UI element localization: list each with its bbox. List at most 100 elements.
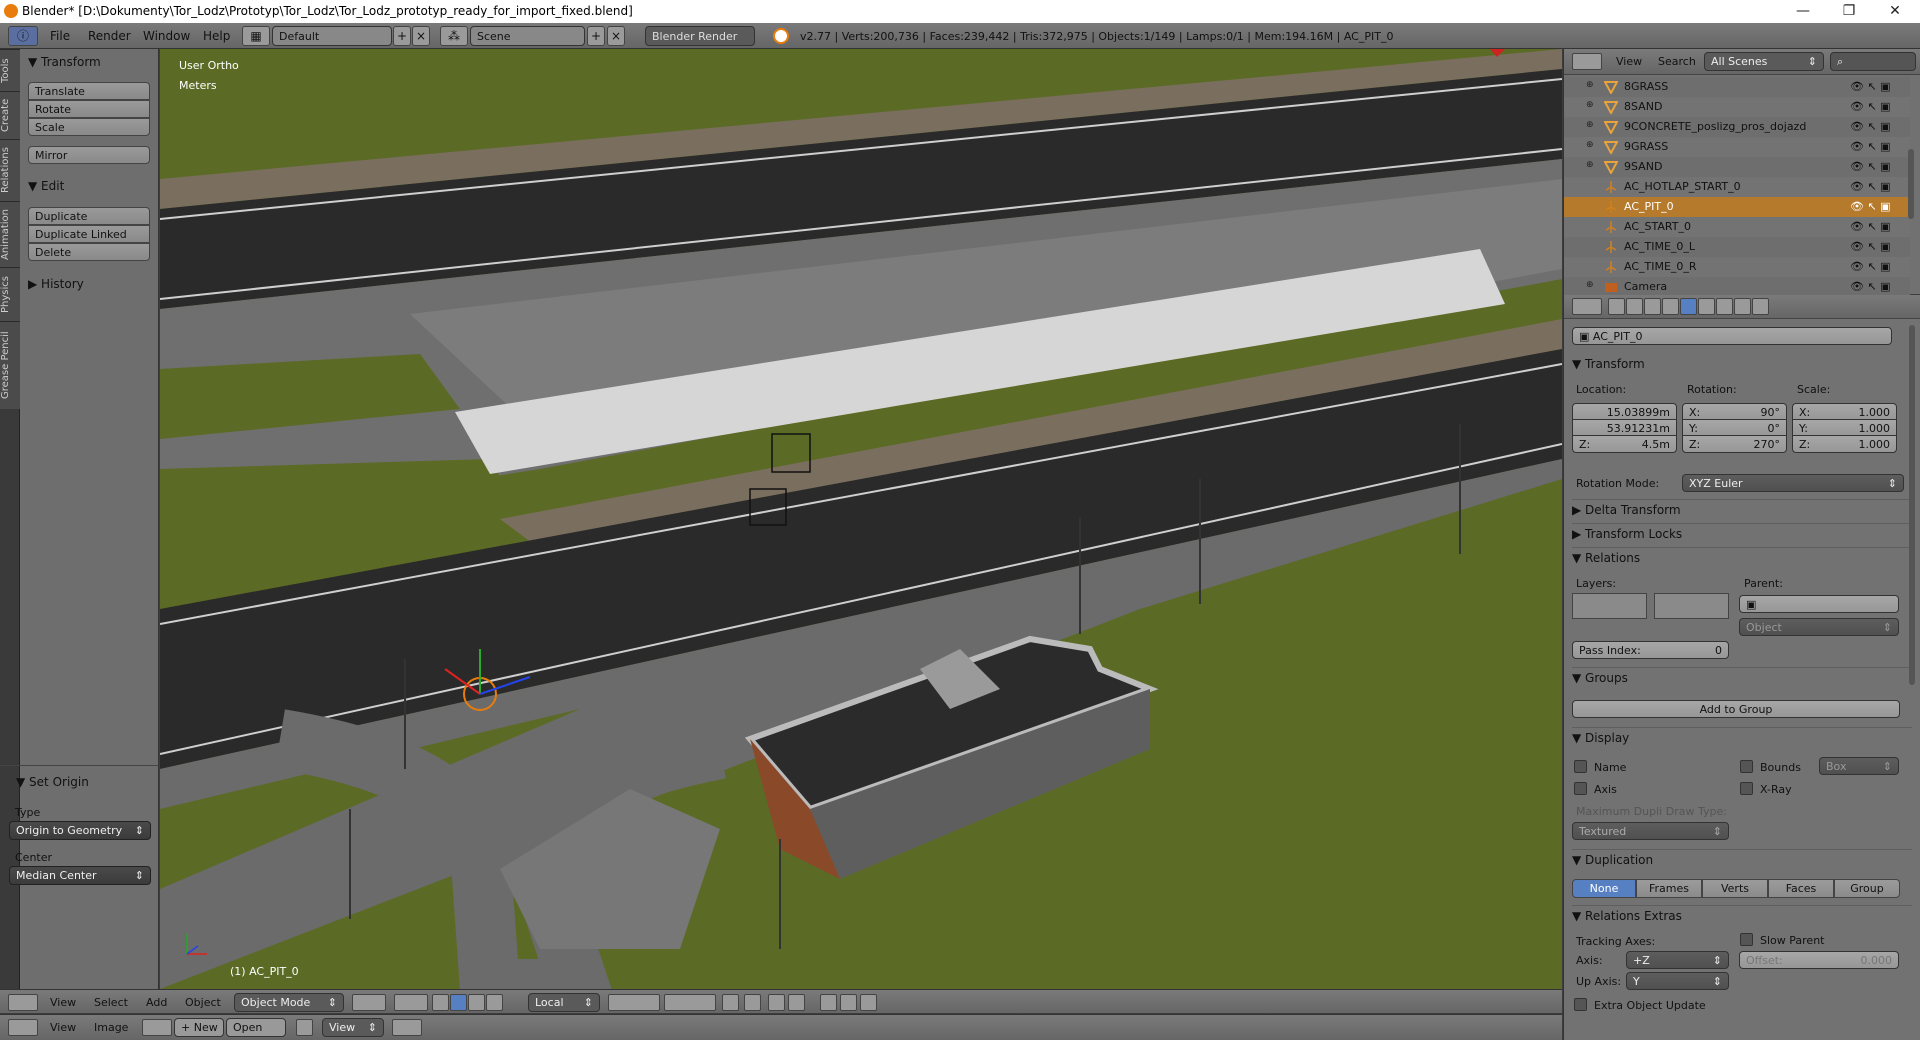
groups-header[interactable]: ▼ Groups (1572, 671, 1628, 685)
image-view-select[interactable]: View ⇕ (322, 1018, 384, 1037)
object-tab-icon[interactable] (1680, 298, 1697, 315)
opengl-render-icon[interactable] (860, 994, 877, 1011)
duplication-header[interactable]: ▼ Duplication (1572, 853, 1653, 867)
scene-select[interactable]: Scene (470, 26, 585, 46)
outliner-row[interactable]: ⊕ Camera 👁 ↖ ▣ (1564, 277, 1910, 297)
snap-toggle-icon[interactable] (768, 994, 785, 1011)
visibility-toggles[interactable]: 👁 ↖ ▣ (1850, 280, 1891, 293)
pass-index-field[interactable]: Pass Index: 0 (1572, 641, 1729, 659)
dup-group-button[interactable]: Group (1834, 879, 1900, 898)
visibility-toggles[interactable]: 👁 ↖ ▣ (1850, 160, 1891, 173)
render-tab-icon[interactable] (1608, 298, 1625, 315)
outliner-menu-search[interactable]: Search (1658, 55, 1696, 68)
expand-icon[interactable]: ⊕ (1586, 120, 1594, 130)
relations-extras-header[interactable]: ▼ Relations Extras (1572, 909, 1682, 923)
outliner-row[interactable]: AC_HOTLAP_START_0 👁 ↖ ▣ (1564, 177, 1910, 197)
manipulator-toggle[interactable] (432, 994, 449, 1011)
image-browse-icon[interactable] (142, 1019, 172, 1036)
outliner-row[interactable]: AC_START_0 👁 ↖ ▣ (1564, 217, 1910, 237)
pivot-select[interactable] (394, 994, 428, 1011)
object-name-field[interactable]: ▣ AC_PIT_0 (1572, 327, 1892, 345)
origin-type-select[interactable]: Origin to Geometry ⇕ (9, 821, 151, 840)
scene-tab-icon[interactable] (1644, 298, 1661, 315)
visibility-toggles[interactable]: 👁 ↖ ▣ (1850, 80, 1891, 93)
layers-tab-icon[interactable] (1626, 298, 1643, 315)
visibility-toggles[interactable]: 👁 ↖ ▣ (1850, 220, 1891, 233)
pivot-image-icon[interactable] (392, 1019, 422, 1036)
history-panel-header[interactable]: ▶ History (20, 273, 159, 295)
parent-type-select[interactable]: Object ⇕ (1739, 618, 1899, 636)
constraints-tab-icon[interactable] (1698, 298, 1715, 315)
layout-add-button[interactable]: + (393, 26, 411, 46)
tab-animation[interactable]: Animation (0, 201, 20, 267)
menu-add[interactable]: Add (146, 996, 167, 1009)
transform-panel-header[interactable]: ▼ Transform (20, 51, 159, 73)
edit-panel-header[interactable]: ▼ Edit (20, 175, 159, 197)
set-origin-panel-header[interactable]: ▼ Set Origin (8, 771, 147, 793)
tab-physics[interactable]: Physics (0, 267, 20, 321)
visibility-toggles[interactable]: 👁 ↖ ▣ (1850, 140, 1891, 153)
tab-tools[interactable]: Tools (0, 49, 20, 91)
menu-select[interactable]: Select (94, 996, 128, 1009)
rotate-button[interactable]: Rotate (28, 100, 150, 118)
rotate-manipulator[interactable] (468, 994, 485, 1011)
visibility-toggles[interactable]: 👁 ↖ ▣ (1850, 200, 1891, 213)
menu-image[interactable]: Image (94, 1021, 128, 1034)
visibility-toggles[interactable]: 👁 ↖ ▣ (1850, 260, 1891, 273)
render-engine-select[interactable]: Blender Render (645, 26, 755, 46)
editor-type-image-icon[interactable] (8, 1019, 38, 1036)
outliner-filter-select[interactable]: All Scenes ⇕ (1704, 52, 1824, 71)
offset-field[interactable]: Offset: 0.000 (1739, 951, 1899, 969)
expand-icon[interactable]: ⊕ (1586, 160, 1594, 170)
visibility-toggles[interactable]: 👁 ↖ ▣ (1850, 100, 1891, 113)
editor-type-info-icon[interactable]: ⓘ (8, 26, 38, 46)
scale-z-field[interactable]: Z: 1.000 (1792, 435, 1897, 453)
outliner-search-input[interactable]: ⌕ (1830, 52, 1916, 71)
menu-object[interactable]: Object (185, 996, 221, 1009)
menu-window[interactable]: Window (143, 29, 190, 43)
scale-manipulator[interactable] (486, 994, 503, 1011)
transform-locks-header[interactable]: ▶ Transform Locks (1572, 527, 1682, 541)
render-anim-icon[interactable] (840, 994, 857, 1011)
visibility-toggles[interactable]: 👁 ↖ ▣ (1850, 240, 1891, 253)
physics-tab-icon[interactable] (1752, 298, 1769, 315)
expand-icon[interactable]: ⊕ (1586, 100, 1594, 110)
layout-remove-button[interactable]: × (412, 26, 430, 46)
outliner-scrollbar[interactable] (1908, 149, 1914, 219)
minimize-button[interactable]: — (1780, 0, 1826, 23)
delete-button[interactable]: Delete (28, 243, 150, 261)
open-image-button[interactable]: Open (226, 1018, 286, 1037)
origin-center-select[interactable]: Median Center ⇕ (9, 866, 151, 885)
delta-transform-header[interactable]: ▶ Delta Transform (1572, 503, 1681, 517)
translate-manipulator[interactable] (450, 994, 467, 1011)
outliner-row[interactable]: AC_PIT_0 👁 ↖ ▣ (1564, 197, 1910, 217)
slow-parent-checkbox[interactable] (1740, 933, 1753, 946)
proportional-edit-icon[interactable] (744, 994, 761, 1011)
tab-grease-pencil[interactable]: Grease Pencil (0, 321, 20, 409)
extra-update-checkbox[interactable] (1574, 998, 1587, 1011)
texture-tab-icon[interactable] (1734, 298, 1751, 315)
editor-type-3d-icon[interactable] (8, 994, 38, 1011)
dup-none-button[interactable]: None (1572, 879, 1636, 898)
maximize-button[interactable]: ❐ (1826, 0, 1872, 23)
bounds-type-select[interactable]: Box ⇕ (1819, 757, 1899, 775)
modifiers-tab-icon[interactable] (1716, 298, 1733, 315)
name-checkbox[interactable] (1574, 760, 1587, 773)
outliner-row[interactable]: AC_TIME_0_L 👁 ↖ ▣ (1564, 237, 1910, 257)
render-icon[interactable] (820, 994, 837, 1011)
dupli-draw-select[interactable]: Textured ⇕ (1572, 822, 1729, 840)
layout-icon[interactable]: ▦ (242, 26, 270, 46)
visibility-toggles[interactable]: 👁 ↖ ▣ (1850, 180, 1891, 193)
outliner-row[interactable]: ⊕ 9SAND 👁 ↖ ▣ (1564, 157, 1910, 177)
mirror-button[interactable]: Mirror (28, 146, 150, 164)
snap-element-icon[interactable] (788, 994, 805, 1011)
up-axis-select[interactable]: Y ⇕ (1626, 972, 1729, 990)
parent-field[interactable]: ▣ (1739, 595, 1899, 613)
dup-faces-button[interactable]: Faces (1768, 879, 1834, 898)
shading-select[interactable] (352, 994, 386, 1011)
menu-file[interactable]: File (50, 29, 70, 43)
tab-create[interactable]: Create (0, 91, 20, 139)
layers-grid-a[interactable] (1572, 593, 1647, 619)
menu-render[interactable]: Render (88, 29, 131, 43)
layers-grid-2[interactable] (664, 994, 716, 1011)
